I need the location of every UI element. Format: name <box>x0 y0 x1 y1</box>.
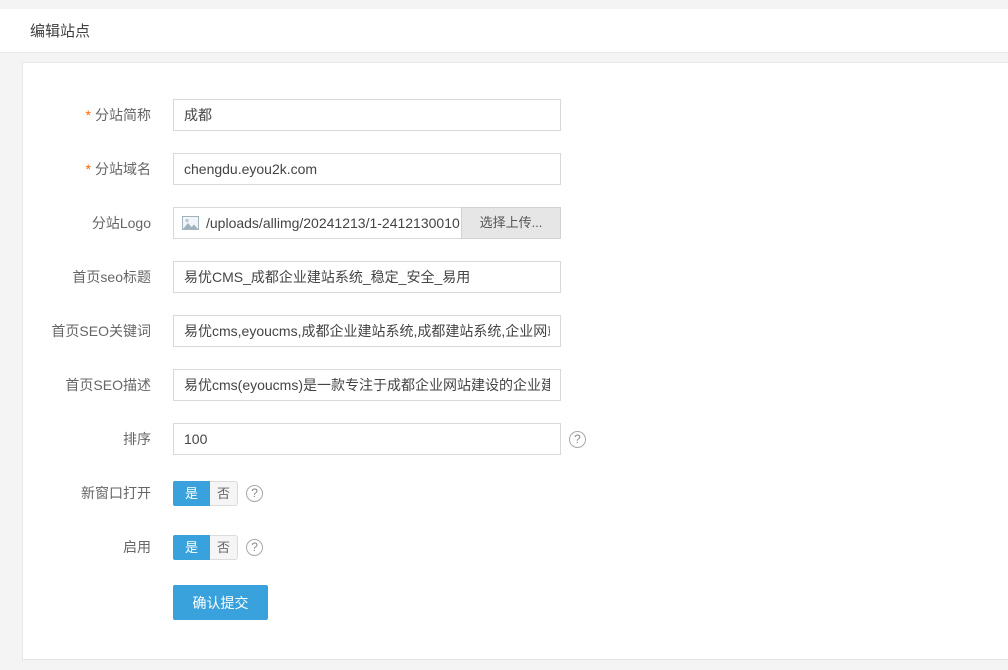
choose-upload-button[interactable]: 选择上传... <box>461 207 561 239</box>
logo-upload-field: 选择上传... <box>173 207 561 239</box>
seo-description-input[interactable] <box>173 369 561 401</box>
open-new-window-toggle: 是 否 <box>173 481 238 506</box>
seo-title-label: 首页seo标题 <box>23 261 151 293</box>
edit-site-form-panel: *分站简称 *分站域名 分站Logo 选择上传... 首页seo标题 <box>22 62 1008 660</box>
form-row-enabled: 启用 是 否 ? <box>23 531 1008 563</box>
page-title: 编辑站点 <box>30 20 90 41</box>
field-label: *分站域名 <box>23 153 151 185</box>
form-row-sort-order: 排序 ? <box>23 423 1008 455</box>
edit-site-form: *分站简称 *分站域名 分站Logo 选择上传... 首页seo标题 <box>23 63 1008 620</box>
toggle-yes-button[interactable]: 是 <box>173 535 210 560</box>
sort-order-input[interactable] <box>173 423 561 455</box>
form-row-seo-description: 首页SEO描述 <box>23 369 1008 401</box>
enabled-label: 启用 <box>23 531 151 563</box>
seo-title-input[interactable] <box>173 261 561 293</box>
site-domain-input[interactable] <box>173 153 561 185</box>
seo-keywords-label: 首页SEO关键词 <box>23 315 151 347</box>
form-row-seo-title: 首页seo标题 <box>23 261 1008 293</box>
help-icon[interactable]: ? <box>246 539 263 556</box>
form-row-seo-keywords: 首页SEO关键词 <box>23 315 1008 347</box>
seo-description-label: 首页SEO描述 <box>23 369 151 401</box>
toggle-yes-button[interactable]: 是 <box>173 481 210 506</box>
form-row-site-name: *分站简称 <box>23 99 1008 131</box>
toggle-no-button[interactable]: 否 <box>210 481 238 506</box>
submit-button[interactable]: 确认提交 <box>173 585 268 620</box>
sort-order-label: 排序 <box>23 423 151 455</box>
site-domain-label: 分站域名 <box>95 161 151 177</box>
enabled-toggle: 是 否 <box>173 535 238 560</box>
form-row-open-new-window: 新窗口打开 是 否 ? <box>23 477 1008 509</box>
site-name-label: 分站简称 <box>95 107 151 123</box>
required-asterisk: * <box>86 107 91 123</box>
field-label: *分站简称 <box>23 99 151 131</box>
required-asterisk: * <box>86 161 91 177</box>
form-row-site-logo: 分站Logo 选择上传... <box>23 207 1008 239</box>
open-new-window-label: 新窗口打开 <box>23 477 151 509</box>
site-logo-label: 分站Logo <box>23 207 151 239</box>
help-icon[interactable]: ? <box>569 431 586 448</box>
help-icon[interactable]: ? <box>246 485 263 502</box>
seo-keywords-input[interactable] <box>173 315 561 347</box>
page-header: 编辑站点 <box>0 9 1008 53</box>
toggle-no-button[interactable]: 否 <box>210 535 238 560</box>
site-name-input[interactable] <box>173 99 561 131</box>
form-row-site-domain: *分站域名 <box>23 153 1008 185</box>
form-row-submit: 确认提交 <box>23 585 1008 620</box>
